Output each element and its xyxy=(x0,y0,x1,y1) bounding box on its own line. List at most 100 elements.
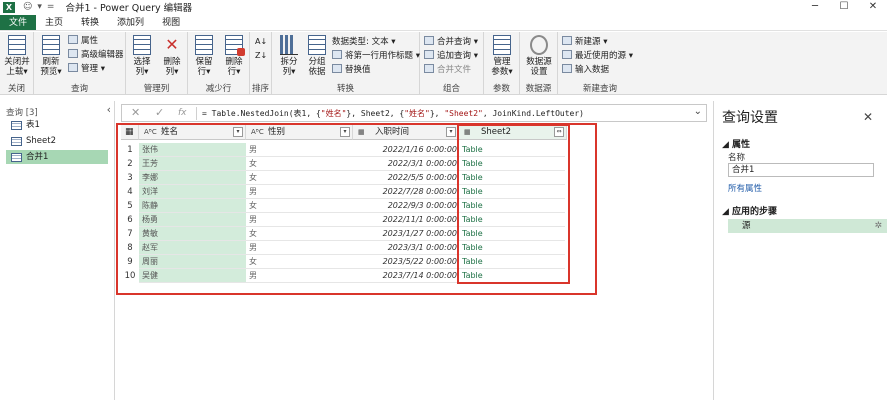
cell-gender[interactable]: 男 xyxy=(246,269,353,283)
query-item-table1[interactable]: 表1 xyxy=(6,118,108,132)
cell-gender[interactable]: 女 xyxy=(246,227,353,241)
new-source-button[interactable]: 新建源 ▾ xyxy=(562,36,607,49)
use-first-row-headers-button[interactable]: 将第一行用作标题 ▾ xyxy=(332,50,420,63)
cell-name[interactable]: 赵军 xyxy=(139,241,246,255)
expand-column-icon[interactable]: ⇔ xyxy=(554,127,564,137)
recent-sources-button[interactable]: 最近使用的源 ▾ xyxy=(562,50,633,63)
cell-gender[interactable]: 女 xyxy=(246,255,353,269)
cell-sheet2-table-link[interactable]: Table xyxy=(459,199,565,213)
query-item-merge1[interactable]: 合并1 xyxy=(6,150,108,164)
data-source-settings-button[interactable]: 数据源 设置 xyxy=(524,35,554,77)
cell-gender[interactable]: 女 xyxy=(246,171,353,185)
combine-files-button[interactable]: 合并文件 xyxy=(424,64,471,77)
cell-sheet2-table-link[interactable]: Table xyxy=(459,227,565,241)
expand-formula-icon[interactable]: ⌄ xyxy=(694,106,702,117)
datetime-type-icon[interactable]: ▦ xyxy=(358,125,365,140)
cell-hire-date[interactable]: 2022/5/5 0:00:00 xyxy=(353,171,457,185)
tab-file[interactable]: 文件 xyxy=(0,15,37,30)
cell-sheet2-table-link[interactable]: Table xyxy=(459,241,565,255)
text-type-icon[interactable]: AᴮC xyxy=(144,125,157,140)
cell-hire-date[interactable]: 2023/3/1 0:00:00 xyxy=(353,241,457,255)
remove-rows-button[interactable]: 删除 行▾ xyxy=(219,35,249,77)
cell-sheet2-table-link[interactable]: Table xyxy=(459,213,565,227)
properties-section[interactable]: ◢ 属性 xyxy=(722,137,750,150)
all-properties-link[interactable]: 所有属性 xyxy=(728,182,762,194)
manage-button[interactable]: 管理 ▾ xyxy=(68,63,105,76)
cell-sheet2-table-link[interactable]: Table xyxy=(459,143,565,157)
filter-dropdown-icon[interactable]: ▾ xyxy=(340,127,350,137)
filter-dropdown-icon[interactable]: ▾ xyxy=(233,127,243,137)
cell-gender[interactable]: 男 xyxy=(246,185,353,199)
column-header-hire-date[interactable]: ▦ 入职时间 ▾ xyxy=(353,125,459,140)
manage-parameters-button[interactable]: 管理 参数▾ xyxy=(487,35,517,77)
cell-hire-date[interactable]: 2023/7/14 0:00:00 xyxy=(353,269,457,283)
cell-sheet2-table-link[interactable]: Table xyxy=(459,255,565,269)
advanced-editor-button[interactable]: 高级编辑器 xyxy=(68,49,124,62)
cell-hire-date[interactable]: 2022/11/1 0:00:00 xyxy=(353,213,457,227)
formula-text[interactable]: = Table.NestedJoin(表1, {"姓名"}, Sheet2, {… xyxy=(202,108,584,119)
column-header-sheet2[interactable]: ▦ Sheet2 ⇔ xyxy=(459,125,567,140)
commit-icon[interactable]: ✓ xyxy=(155,106,164,119)
merge-queries-button[interactable]: 合并查询 ▾ xyxy=(424,36,478,49)
cell-sheet2-table-link[interactable]: Table xyxy=(459,185,565,199)
cell-gender[interactable]: 男 xyxy=(246,241,353,255)
cell-hire-date[interactable]: 2022/9/3 0:00:00 xyxy=(353,199,457,213)
cell-sheet2-table-link[interactable]: Table xyxy=(459,269,565,283)
tab-transform[interactable]: 转换 xyxy=(72,15,108,30)
fx-icon[interactable]: fx xyxy=(178,108,187,118)
cell-name[interactable]: 李娜 xyxy=(139,171,246,185)
close-icon[interactable]: ✕ xyxy=(863,110,873,124)
cell-name[interactable]: 黄敏 xyxy=(139,227,246,241)
close-and-load-button[interactable]: 关闭并 上载▾ xyxy=(2,35,32,77)
cell-hire-date[interactable]: 2023/1/27 0:00:00 xyxy=(353,227,457,241)
cell-hire-date[interactable]: 2022/7/28 0:00:00 xyxy=(353,185,457,199)
data-type-dropdown[interactable]: 数据类型: 文本 ▾ xyxy=(332,36,396,49)
cell-hire-date[interactable]: 2022/1/16 0:00:00 xyxy=(353,143,457,157)
properties-button[interactable]: 属性 xyxy=(68,35,98,48)
cell-name[interactable]: 陈静 xyxy=(139,199,246,213)
cell-name[interactable]: 吴健 xyxy=(139,269,246,283)
sort-ascending-button[interactable]: A↓ xyxy=(255,35,267,48)
append-queries-button[interactable]: 追加查询 ▾ xyxy=(424,50,478,63)
cell-gender[interactable]: 男 xyxy=(246,143,353,157)
cell-sheet2-table-link[interactable]: Table xyxy=(459,171,565,185)
table-corner-menu[interactable]: ▦ xyxy=(121,125,139,140)
tab-view[interactable]: 视图 xyxy=(153,15,189,30)
cell-hire-date[interactable]: 2022/3/1 0:00:00 xyxy=(353,157,457,171)
enter-data-button[interactable]: 输入数据 xyxy=(562,64,609,77)
column-header-gender[interactable]: AᴮC 性别 ▾ xyxy=(246,125,353,140)
cell-name[interactable]: 周丽 xyxy=(139,255,246,269)
refresh-preview-button[interactable]: 刷新 预览▾ xyxy=(36,35,66,77)
keep-rows-button[interactable]: 保留 行▾ xyxy=(189,35,219,77)
cell-hire-date[interactable]: 2023/5/22 0:00:00 xyxy=(353,255,457,269)
smiley-icon[interactable]: ☺ xyxy=(23,2,32,12)
formula-bar[interactable]: ✕ ✓ fx = Table.NestedJoin(表1, {"姓名"}, Sh… xyxy=(121,104,707,122)
cell-gender[interactable]: 男 xyxy=(246,213,353,227)
chevron-down-icon[interactable]: ▾ xyxy=(37,2,42,12)
cancel-icon[interactable]: ✕ xyxy=(131,106,140,119)
cell-name[interactable]: 刘洋 xyxy=(139,185,246,199)
group-by-button[interactable]: 分组 依据 xyxy=(302,35,332,77)
remove-columns-button[interactable]: ✕ 删除 列▾ xyxy=(157,35,187,77)
sort-descending-button[interactable]: Z↓ xyxy=(255,49,267,62)
applied-step-source[interactable]: 源 ✲ xyxy=(728,219,887,233)
applied-steps-section[interactable]: ◢ 应用的步骤 xyxy=(722,204,777,217)
text-type-icon[interactable]: AᴮC xyxy=(251,125,264,140)
gear-icon[interactable]: ✲ xyxy=(874,219,882,233)
column-header-name[interactable]: AᴮC 姓名 ▾ xyxy=(139,125,246,140)
query-name-input[interactable]: 合并1 xyxy=(728,163,874,177)
cell-gender[interactable]: 女 xyxy=(246,157,353,171)
customize-icon[interactable]: = xyxy=(47,2,55,12)
close-window-button[interactable]: ✕ xyxy=(855,0,887,14)
cell-name[interactable]: 王芳 xyxy=(139,157,246,171)
cell-gender[interactable]: 女 xyxy=(246,199,353,213)
split-column-button[interactable]: 拆分 列▾ xyxy=(274,35,304,77)
cell-sheet2-table-link[interactable]: Table xyxy=(459,157,565,171)
cell-name[interactable]: 张伟 xyxy=(139,143,246,157)
cell-name[interactable]: 杨勇 xyxy=(139,213,246,227)
collapse-pane-icon[interactable]: ‹ xyxy=(107,103,111,116)
table-type-icon[interactable]: ▦ xyxy=(464,125,471,140)
filter-dropdown-icon[interactable]: ▾ xyxy=(446,127,456,137)
query-item-sheet2[interactable]: Sheet2 xyxy=(6,134,108,148)
tab-add-column[interactable]: 添加列 xyxy=(108,15,153,30)
